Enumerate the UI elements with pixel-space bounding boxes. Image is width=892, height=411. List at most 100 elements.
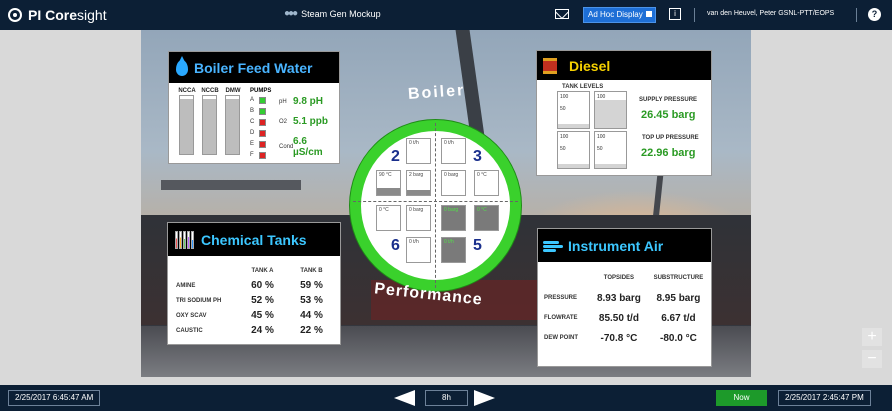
divider: [435, 123, 436, 288]
instrument-air-panel: Instrument Air TOPSIDES SUBSTRUCTURE PRES…: [537, 228, 712, 367]
user-name[interactable]: van den Heuvel, Peter GSNL-PTT/EOPS: [707, 10, 834, 17]
top-up-pressure-label: TOP UP PRESSURE: [642, 135, 699, 141]
time-bar: 2/25/2017 6:45:47 AM 8h Now 2/25/2017 2:…: [0, 385, 892, 411]
chemical-table: TANK A TANK B AMINE 60 % 59 % TRI SODIUM PH…: [176, 263, 336, 338]
tank-ncca[interactable]: NCCA 10080604020: [178, 88, 196, 155]
diesel-tank-3[interactable]: 100 50: [557, 131, 590, 169]
boiler-number-3[interactable]: 3: [473, 148, 482, 166]
test-tubes-icon: [175, 230, 195, 249]
table-row[interactable]: CAUSTIC 24 % 22 %: [176, 323, 336, 338]
pump-e[interactable]: E: [250, 139, 271, 149]
ad-hoc-display-button[interactable]: Ad Hoc Display: [583, 7, 656, 23]
logo-text-light: sight: [77, 7, 107, 23]
pump-f[interactable]: F: [250, 150, 271, 160]
info-icon[interactable]: i: [669, 8, 681, 20]
boiler-tile[interactable]: 90 °C: [376, 170, 401, 196]
boiler-number-2[interactable]: 2: [391, 148, 400, 166]
zoom-out-button[interactable]: −: [862, 350, 882, 368]
tank-gauge: 10080604020: [179, 95, 194, 155]
boiler-tile[interactable]: 2 barg: [406, 170, 431, 196]
pump-b[interactable]: B: [250, 106, 271, 116]
previous-period-arrow-icon[interactable]: [394, 390, 415, 406]
pointer-icon: [645, 11, 652, 17]
boiler-number-5[interactable]: 5: [473, 237, 482, 255]
pump-c[interactable]: C: [250, 117, 271, 127]
chemical-tanks-panel: Chemical Tanks TANK A TANK B AMINE 60 % 59 …: [167, 222, 341, 345]
pi-coresight-logo[interactable]: PI Core sight: [8, 7, 107, 23]
column-header: SUBSTRUCTURE: [653, 275, 704, 281]
people-icon: ●●●: [284, 8, 298, 19]
table-row[interactable]: FLOWRATE 85.50 t/d 6.67 t/d: [544, 308, 710, 328]
table-row[interactable]: AMINE 60 % 59 %: [176, 278, 336, 293]
conductivity-reading[interactable]: Cond 6.6 µS/cm: [279, 136, 339, 158]
display-name: Steam Gen Mockup: [301, 8, 381, 19]
boiler-tile[interactable]: 0 t/h: [441, 237, 466, 263]
water-drop-icon: [176, 55, 188, 76]
supply-pressure-value[interactable]: 26.45 barg: [641, 109, 695, 121]
zoom-in-button[interactable]: +: [862, 328, 882, 346]
tank-gauge: 10080604020: [202, 95, 217, 155]
boiler-tile[interactable]: 0 °C: [474, 205, 499, 231]
pi-logo-icon: [8, 8, 22, 22]
boiler-tile[interactable]: 0 t/h: [441, 138, 466, 164]
column-header: TANK A: [251, 267, 274, 274]
divider: [694, 8, 695, 22]
boiler-tile[interactable]: 0 barg: [441, 205, 466, 231]
panel-title: Boiler Feed Water: [194, 59, 313, 76]
envelope-icon[interactable]: [555, 9, 569, 19]
diesel-tank-4[interactable]: 100 50: [594, 131, 627, 169]
next-period-arrow-icon[interactable]: [474, 390, 495, 406]
pump-d[interactable]: D: [250, 128, 271, 138]
pump-a[interactable]: A: [250, 95, 271, 105]
diesel-panel: Diesel TANK LEVELS 10050 10050 10050 100…: [536, 50, 712, 176]
start-time-field[interactable]: 2/25/2017 6:45:47 AM: [8, 390, 101, 406]
panel-title: Diesel: [569, 57, 611, 74]
table-row[interactable]: OXY SCAV 45 % 44 %: [176, 308, 336, 323]
wind-icon: [543, 239, 563, 253]
display-title: ●●● Steam Gen Mockup: [284, 8, 381, 19]
column-header: TANK B: [300, 267, 323, 274]
panel-header: Boiler Feed Water: [169, 52, 339, 83]
instrument-air-table: TOPSIDES SUBSTRUCTURE PRESSURE 8.93 barg 8.…: [544, 268, 710, 348]
time-span-field[interactable]: 8h: [425, 390, 468, 406]
table-row[interactable]: TRI SODIUM PH 52 % 53 %: [176, 293, 336, 308]
divider: [856, 8, 857, 22]
tank-label: NCCA: [178, 88, 196, 94]
panel-header: Instrument Air: [538, 229, 711, 262]
boiler-tile[interactable]: 0 °C: [376, 205, 401, 231]
tank-label: NCCB: [201, 88, 219, 94]
o2-reading[interactable]: O2 5.1 ppb: [279, 116, 328, 127]
ph-reading[interactable]: pH 9.8 pH: [279, 96, 323, 107]
tank-gauge: 10080604020: [225, 95, 240, 155]
top-bar: PI Core sight ●●● Steam Gen Mockup Ad Hoc…: [0, 0, 892, 30]
tank-dmw[interactable]: DMW 10080604020: [225, 88, 241, 155]
end-time-field[interactable]: 2/25/2017 2:45:47 PM: [778, 390, 871, 406]
supply-pressure-label: SUPPLY PRESSURE: [639, 97, 698, 103]
boiler-tile[interactable]: 0 barg: [406, 205, 431, 231]
oil-barrel-icon: [543, 57, 557, 74]
now-button[interactable]: Now: [716, 390, 767, 406]
boiler-number-6[interactable]: 6: [391, 237, 400, 255]
logo-text-strong: PI Core: [28, 7, 78, 23]
boiler-tile[interactable]: 0 °C: [474, 170, 499, 196]
tank-nccb[interactable]: NCCB 10080604020: [201, 88, 219, 155]
panel-header: Chemical Tanks: [168, 223, 340, 256]
table-row[interactable]: PRESSURE 8.93 barg 8.95 barg: [544, 288, 710, 308]
column-header: TOPSIDES: [603, 275, 635, 281]
diesel-tank-2[interactable]: 10050: [594, 91, 627, 129]
table-row[interactable]: DEW POINT -70.8 °C -80.0 °C: [544, 328, 710, 348]
top-up-pressure-value[interactable]: 22.96 barg: [641, 147, 695, 159]
boiler-tile[interactable]: 0 t/h: [406, 138, 431, 164]
boiler-tile[interactable]: 0 t/h: [406, 237, 431, 263]
pumps-label: PUMPS: [250, 88, 272, 94]
diesel-tank-1[interactable]: 100 50: [557, 91, 590, 129]
ad-hoc-display-label: Ad Hoc Display: [588, 10, 643, 19]
boiler-tile[interactable]: 0 barg: [441, 170, 466, 196]
help-icon[interactable]: ?: [868, 8, 881, 21]
tank-levels-label: TANK LEVELS: [562, 84, 604, 90]
panel-title: Instrument Air: [568, 237, 664, 254]
pumps-list: PUMPS A B C D E F: [250, 88, 271, 160]
tank-label: DMW: [225, 88, 241, 94]
panel-title: Chemical Tanks: [201, 231, 307, 248]
panel-header: Diesel: [537, 51, 711, 80]
